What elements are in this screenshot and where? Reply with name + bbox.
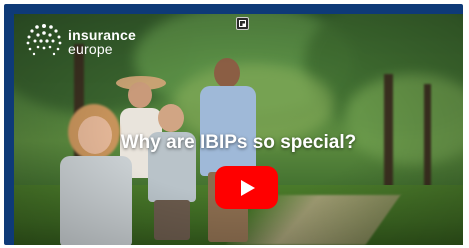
logo-line-2: europe xyxy=(68,41,113,57)
play-icon xyxy=(240,179,255,196)
logo-line-1: insurance xyxy=(68,27,136,43)
globe-dots-icon xyxy=(24,22,64,62)
video-frame: insurance europe Why are IBIPs so specia… xyxy=(4,4,463,245)
video-player[interactable]: insurance europe Why are IBIPs so specia… xyxy=(14,14,463,245)
video-headline: Why are IBIPs so special? xyxy=(120,132,357,153)
logo-text: insurance europe xyxy=(68,28,136,56)
picture-in-picture-icon[interactable] xyxy=(236,17,249,30)
play-button[interactable] xyxy=(215,166,278,209)
insurance-europe-logo: insurance europe xyxy=(24,22,136,62)
